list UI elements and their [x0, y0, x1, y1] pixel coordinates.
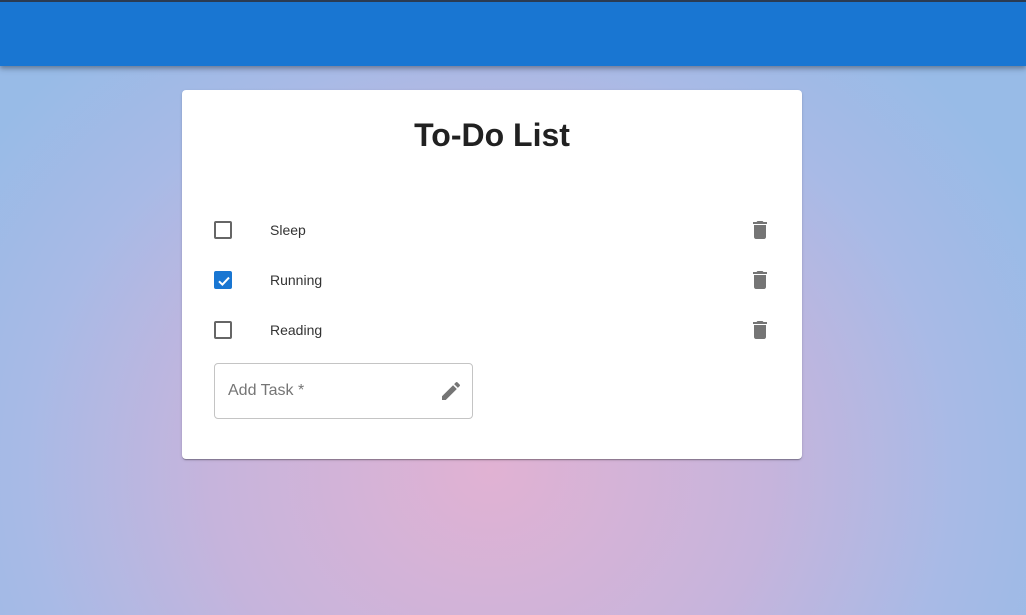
checkmark-icon	[218, 276, 230, 287]
list-item: Sleep	[182, 210, 802, 250]
delete-task-button[interactable]	[748, 268, 772, 292]
delete-task-button[interactable]	[748, 318, 772, 342]
app-bar	[0, 0, 1026, 66]
trash-icon	[753, 221, 767, 239]
list-item: Reading	[182, 310, 802, 350]
list-item: Running	[182, 260, 802, 300]
todo-card: To-Do List Sleep Running Reading	[182, 90, 802, 459]
add-task-field[interactable]	[214, 363, 473, 419]
trash-icon	[753, 271, 767, 289]
task-checkbox[interactable]	[214, 221, 232, 239]
task-label: Sleep	[270, 222, 306, 238]
task-label: Running	[270, 272, 323, 288]
trash-icon	[753, 321, 767, 339]
pencil-icon	[442, 381, 461, 400]
add-task-input[interactable]	[228, 380, 428, 402]
add-task-button[interactable]	[439, 379, 463, 403]
task-checkbox[interactable]	[214, 321, 232, 339]
page-title: To-Do List	[414, 117, 570, 153]
delete-task-button[interactable]	[748, 218, 772, 242]
task-label: Reading	[270, 322, 323, 338]
task-checkbox[interactable]	[214, 271, 232, 289]
